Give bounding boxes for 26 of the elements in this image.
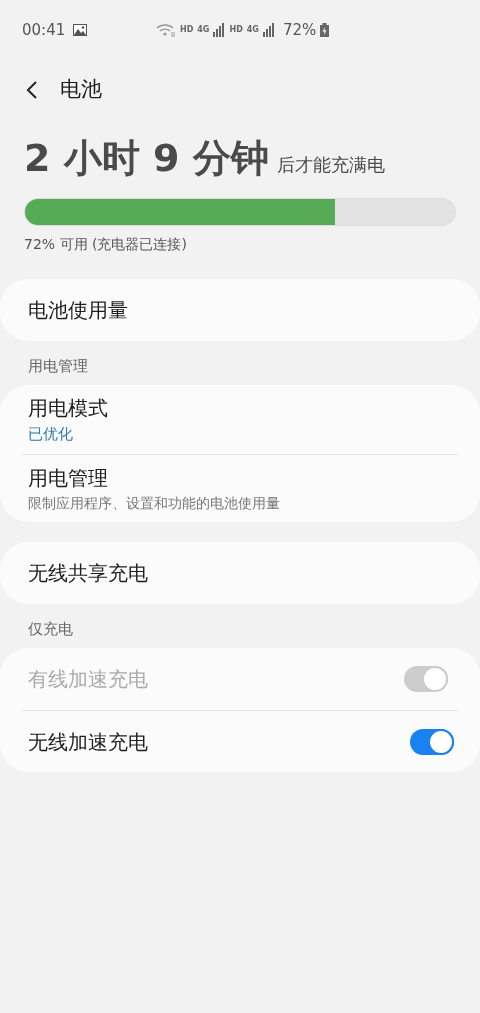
item-description: 限制应用程序、设置和功能的电池使用量 [28,493,281,513]
signal-icon [213,23,226,37]
battery-status: 72% 可用 (充电器已连接) [24,234,188,254]
item-title[interactable]: 无线共享充电 [28,557,452,588]
section-header: 仅充电 [27,618,74,640]
toggle-switch[interactable] [410,728,454,755]
item-title[interactable]: 用电模式 [28,393,452,424]
page-title: 电池 [60,76,102,104]
battery-charging-icon [320,23,330,37]
network-type: 4G [246,24,259,36]
item-title[interactable]: 电池使用量 [28,294,452,325]
battery-percent: 72% [282,19,317,41]
signal-icon [262,23,275,37]
item-title[interactable]: 用电管理 [28,462,452,493]
hd-label: HD [179,24,194,36]
image-icon [73,24,88,36]
back-icon[interactable] [26,80,38,100]
network-type: 4G [197,24,210,36]
charge-time-suffix: 后才能充满电 [276,152,385,177]
hd-label: HD [229,24,243,36]
item-title[interactable]: 无线加速充电 [28,726,410,757]
charge-time: 2 小时 9 分钟 [24,136,269,182]
item-value: 已优化 [28,424,74,446]
wifi-icon [155,23,176,37]
clock: 00:41 [22,19,66,41]
section-header: 用电管理 [27,355,89,377]
